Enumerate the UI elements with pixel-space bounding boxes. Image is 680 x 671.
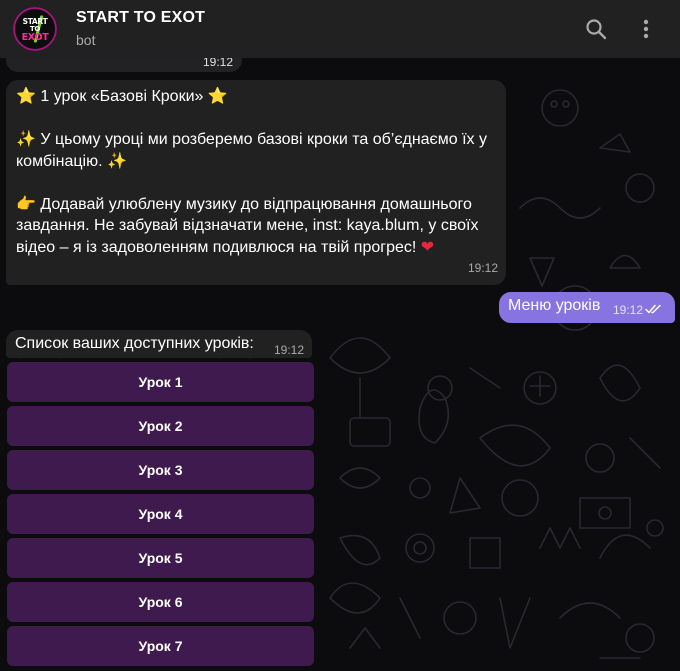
search-button[interactable] <box>581 14 611 44</box>
star-emoji: ⭐ <box>16 86 36 105</box>
lesson-5-button[interactable]: Урок 5 <box>7 538 314 578</box>
lesson-2-button[interactable]: Урок 2 <box>7 406 314 446</box>
lesson-title: 1 урок «Базові Кроки» <box>35 88 208 105</box>
avatar-logo-line-3: EXOT <box>21 32 49 43</box>
more-button[interactable] <box>631 14 661 44</box>
message-time: 19:12 <box>613 303 644 317</box>
lesson-homework-text: Додавай улюблену музику до відпрацювання… <box>16 196 483 256</box>
search-icon <box>586 19 607 40</box>
message-time: 19:12 <box>467 261 498 275</box>
lesson-message: ⭐ 1 урок «Базові Кроки» ⭐ ✨ У цьому уроц… <box>6 80 506 285</box>
read-double-check-icon <box>645 304 661 314</box>
chat-header: START TO EXOT START TO EXOT bot <box>0 0 680 58</box>
sparkles-emoji: ✨ <box>16 129 36 148</box>
lesson-4-button[interactable]: Урок 4 <box>7 494 314 534</box>
outgoing-message: Меню уроків 19:12 <box>499 292 675 323</box>
chat-subtitle: bot <box>76 32 96 48</box>
lesson-6-button[interactable]: Урок 6 <box>7 582 314 622</box>
lesson-description: У цьому уроці ми розберемо базові кроки … <box>16 131 492 170</box>
chat-title[interactable]: START TO EXOT <box>76 9 205 27</box>
star-emoji: ⭐ <box>207 86 228 105</box>
lesson-3-button[interactable]: Урок 3 <box>7 450 314 490</box>
bot-avatar[interactable]: START TO EXOT <box>13 7 57 51</box>
more-vertical-icon <box>643 19 649 39</box>
sparkles-emoji: ✨ <box>106 151 127 170</box>
lesson-message-text: ⭐ 1 урок «Базові Кроки» ⭐ ✨ У цьому уроц… <box>16 85 496 258</box>
outgoing-message-text: Меню уроків <box>508 297 601 314</box>
lesson-1-button[interactable]: Урок 1 <box>7 362 314 402</box>
message-time: 19:12 <box>274 343 305 357</box>
lesson-7-button[interactable]: Урок 7 <box>7 626 314 666</box>
pointing-hand-emoji: 👉 <box>16 194 36 213</box>
lessons-list-text: Список ваших доступних уроків: <box>15 335 254 352</box>
lessons-list-message: Список ваших доступних уроків: 19:12 <box>6 330 312 358</box>
heart-emoji: ❤ <box>420 237 435 256</box>
